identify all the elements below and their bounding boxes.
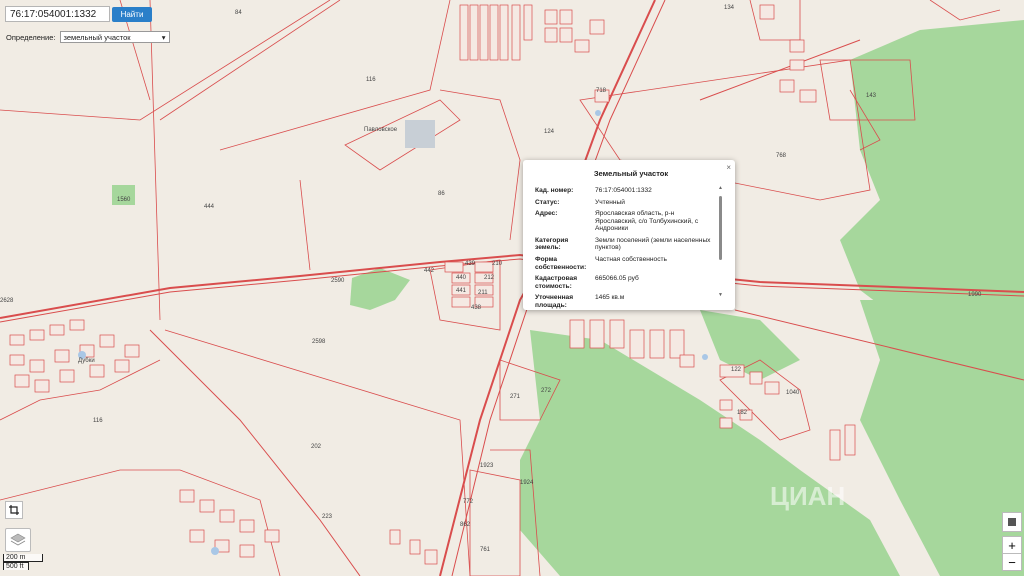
- svg-text:440: 440: [456, 275, 467, 281]
- svg-text:272: 272: [541, 388, 552, 394]
- definition-label: Определение:: [6, 32, 56, 42]
- svg-text:143: 143: [866, 93, 877, 99]
- place-label-dubki: Дубки: [78, 358, 95, 364]
- popup-row: Статус: Учтенный: [535, 199, 727, 207]
- layers-icon: [10, 533, 26, 546]
- popup-scroll-thumb[interactable]: [719, 196, 722, 260]
- popup-scrollbar[interactable]: ▲ ▼: [718, 185, 723, 324]
- popup-row-label: Уточненная площадь:: [535, 294, 574, 309]
- definition-select[interactable]: земельный участок ▾: [59, 31, 170, 43]
- popup-row-label: Кад. номер:: [535, 187, 574, 194]
- scale-bar: 200 m 500 ft: [3, 554, 43, 570]
- crop-icon: [9, 505, 19, 515]
- popup-row-value: 1465 кв.м: [595, 294, 625, 302]
- fullscreen-icon: [1008, 518, 1016, 526]
- popup-row-label: Форма собственности:: [535, 256, 587, 271]
- svg-text:2598: 2598: [312, 339, 326, 345]
- svg-text:1560: 1560: [117, 197, 131, 203]
- svg-text:438: 438: [471, 305, 482, 311]
- popup-row-value: Земли поселений (земли населенных пункто…: [595, 236, 711, 252]
- layers-button[interactable]: [5, 528, 31, 552]
- svg-text:116: 116: [366, 77, 376, 83]
- svg-text:718: 718: [596, 88, 607, 94]
- scroll-down-icon[interactable]: ▼: [718, 292, 723, 298]
- zoom-in-button[interactable]: +: [1002, 536, 1022, 554]
- svg-text:210: 210: [492, 261, 503, 267]
- popup-row-value: 665066.05 руб: [595, 275, 639, 283]
- cadastral-map[interactable]: 84 116 444 1560 86 124 134 143 768 2628 …: [0, 0, 1024, 576]
- svg-text:444: 444: [204, 204, 215, 210]
- svg-text:182: 182: [737, 410, 748, 416]
- popup-row-label: Адрес:: [535, 210, 558, 218]
- zoom-out-button[interactable]: −: [1002, 553, 1022, 571]
- popup-row: Уточненная площадь: 1465 кв.м: [535, 294, 727, 309]
- close-icon[interactable]: ×: [726, 163, 731, 172]
- svg-text:84: 84: [235, 10, 242, 16]
- popup-row-value: Учтенный: [595, 198, 625, 206]
- svg-text:2590: 2590: [331, 278, 345, 284]
- popup-row-value: Частная собственность: [595, 256, 667, 264]
- svg-text:772: 772: [463, 499, 474, 505]
- watermark: ЦИАН: [770, 481, 845, 511]
- svg-text:441: 441: [456, 288, 467, 294]
- popup-row: Категория земель: Земли поселений (земли…: [535, 237, 727, 252]
- search-input[interactable]: [5, 6, 110, 22]
- definition-selected: земельный участок: [63, 32, 131, 42]
- scroll-up-icon[interactable]: ▲: [718, 185, 723, 191]
- svg-text:116: 116: [93, 418, 103, 424]
- svg-text:86: 86: [438, 191, 445, 197]
- svg-text:122: 122: [731, 367, 742, 373]
- svg-text:768: 768: [776, 153, 787, 159]
- search-button[interactable]: Найти: [112, 7, 152, 22]
- draw-tool-button[interactable]: [5, 501, 23, 519]
- svg-text:2628: 2628: [0, 298, 14, 304]
- svg-text:271: 271: [510, 394, 521, 400]
- svg-text:862: 862: [460, 522, 471, 528]
- popup-row: Кад. номер: 76:17:054001:1332: [535, 187, 727, 195]
- popup-row-label: Категория земель:: [535, 236, 569, 252]
- popup-row: Форма собственности: Частная собственнос…: [535, 256, 727, 271]
- svg-text:134: 134: [724, 5, 735, 11]
- svg-text:442: 442: [424, 268, 435, 274]
- svg-text:223: 223: [322, 514, 333, 520]
- chevron-down-icon: ▾: [161, 32, 166, 42]
- popup-row-value: Ярославская область, р-н Ярославский, с/…: [595, 210, 699, 233]
- svg-text:211: 211: [478, 290, 488, 296]
- parcel-info-popup: × Земельный участок Кад. номер: 76:17:05…: [523, 160, 735, 310]
- popup-row: Кадастровая стоимость: 665066.05 руб: [535, 275, 727, 290]
- popup-title: Земельный участок: [593, 169, 669, 178]
- place-label-pavlovskoe: Павловское: [364, 127, 398, 133]
- popup-row-label: Статус:: [535, 198, 560, 206]
- popup-row: Адрес: Ярославская область, р-н Ярославс…: [535, 210, 727, 233]
- popup-row-label: Кадастровая стоимость:: [535, 275, 578, 290]
- svg-text:1990: 1990: [968, 292, 982, 298]
- svg-text:761: 761: [480, 547, 491, 553]
- svg-text:202: 202: [311, 444, 322, 450]
- svg-text:1924: 1924: [520, 480, 534, 486]
- svg-text:124: 124: [544, 129, 555, 135]
- svg-text:1923: 1923: [480, 463, 494, 469]
- svg-text:439: 439: [465, 261, 476, 267]
- fullscreen-button[interactable]: [1002, 512, 1022, 532]
- svg-text:1040: 1040: [786, 390, 800, 396]
- definition-row: Определение: земельный участок ▾: [6, 31, 170, 43]
- scale-metric: 200 m: [3, 554, 43, 562]
- scale-imperial: 500 ft: [3, 562, 29, 570]
- popup-row-value: 76:17:054001:1332: [595, 187, 652, 194]
- svg-text:212: 212: [484, 275, 495, 281]
